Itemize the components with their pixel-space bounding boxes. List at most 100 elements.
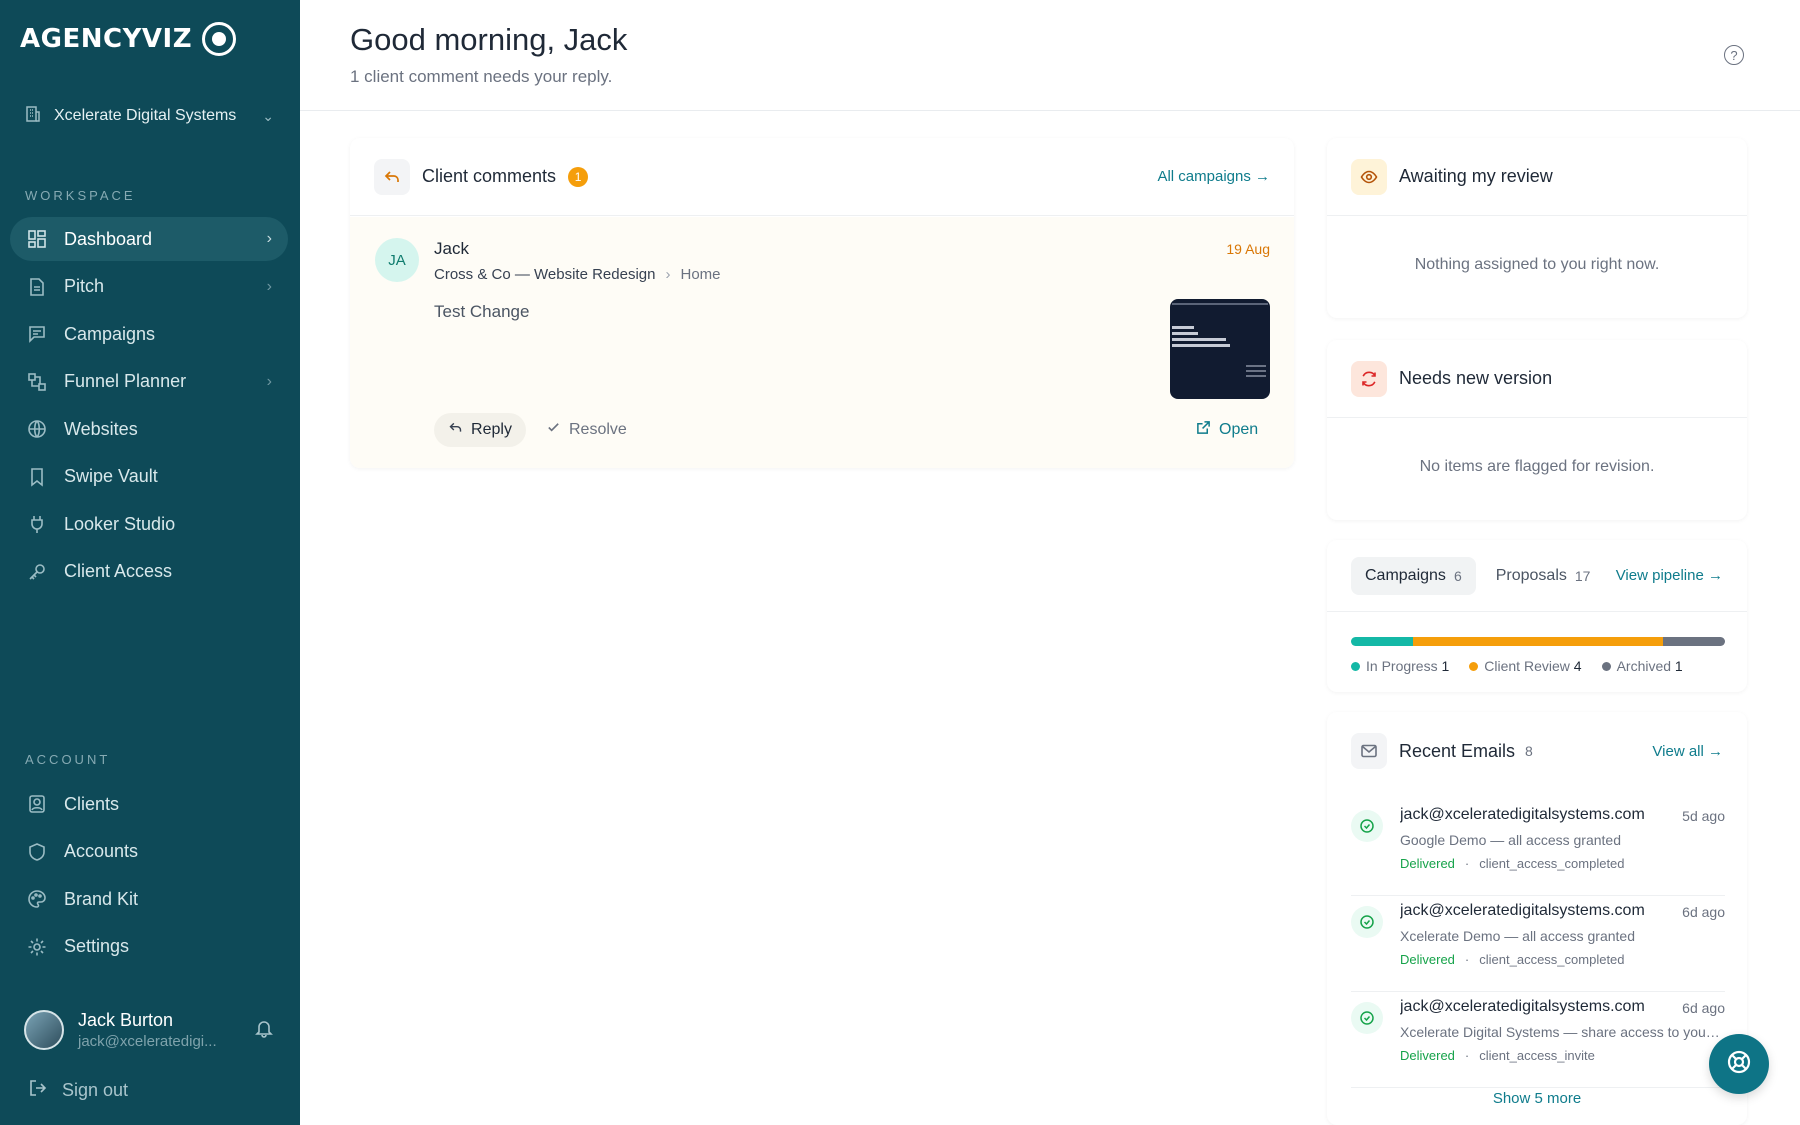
workspace-section-label: WORKSPACE (25, 188, 136, 203)
logo-eye-icon (202, 22, 237, 56)
sidebar-item-clients[interactable]: Clients (10, 782, 288, 826)
tab-campaigns[interactable]: Campaigns 6 (1351, 556, 1476, 595)
check-icon (546, 420, 561, 440)
campaign-link[interactable]: Cross & Co — Website Redesign (434, 266, 655, 283)
sidebar-item-label: Settings (64, 936, 130, 956)
eye-icon (1351, 158, 1387, 195)
lifebuoy-icon (1725, 1048, 1753, 1081)
funnel-icon (26, 371, 48, 393)
comment-author: Jack (434, 239, 469, 258)
bell-icon[interactable] (254, 1018, 274, 1043)
reply-button[interactable]: Reply (434, 413, 526, 447)
show-more-button[interactable]: Show 5 more (1327, 1090, 1747, 1107)
tab-count: 17 (1574, 567, 1591, 584)
page-thumbnail[interactable] (1170, 299, 1270, 399)
refresh-icon (1351, 360, 1387, 397)
pipeline-segment-in-progress (1351, 637, 1414, 646)
brand-logo[interactable]: AGENCYVIZ (20, 22, 237, 56)
empty-state: No items are flagged for revision. (1419, 458, 1655, 475)
reply-label: Reply (471, 421, 512, 438)
check-circle-icon (1351, 1002, 1383, 1034)
avatar: JA (375, 238, 419, 282)
email-address: jack@xceleratedigitalsystems.com (1400, 806, 1645, 823)
mail-icon (1351, 733, 1387, 769)
pipeline-card: Campaigns 6 Proposals 17 View pipeline →… (1327, 540, 1747, 692)
page-header: Good morning, Jack 1 client comment need… (300, 0, 1800, 111)
sidebar-item-label: Swipe Vault (64, 466, 158, 486)
sign-out-label: Sign out (62, 1080, 129, 1100)
view-all-emails-link[interactable]: View all → (1652, 743, 1723, 760)
sidebar-item-looker-studio[interactable]: Looker Studio (10, 502, 288, 546)
document-icon (26, 276, 48, 298)
sidebar-item-label: Websites (64, 418, 138, 439)
sidebar-item-label: Client Access (64, 561, 173, 581)
chevron-right-icon: › (665, 266, 671, 283)
user-name: Jack Burton (78, 1010, 174, 1030)
legend-archived: Archived 1 (1601, 658, 1683, 674)
tab-proposals[interactable]: Proposals 17 (1482, 557, 1605, 595)
list-item[interactable]: jack@xceleratedigitalsystems.com 6d ago … (1351, 896, 1725, 992)
sidebar-item-settings[interactable]: Settings (10, 925, 288, 969)
sidebar-item-campaigns[interactable]: Campaigns (10, 312, 288, 356)
legend-in-progress: In Progress 1 (1351, 658, 1449, 674)
user-profile[interactable]: Jack Burton jack@xceleratedigi... (24, 1010, 274, 1050)
email-time: 5d ago (1682, 808, 1725, 824)
sidebar-item-swipe-vault[interactable]: Swipe Vault (10, 455, 288, 499)
building-icon (24, 105, 42, 128)
org-switcher[interactable]: Xcelerate Digital Systems ⌄ (24, 102, 274, 130)
help-icon[interactable]: ? (1724, 45, 1744, 65)
workspace-nav: Dashboard › Pitch › Campaigns Funnel Pla… (10, 217, 288, 597)
email-meta: Delivered · client_access_completed (1400, 856, 1625, 871)
account-section-label: ACCOUNT (25, 752, 111, 767)
sidebar-item-brand-kit[interactable]: Brand Kit (10, 877, 288, 921)
sidebar-item-label: Dashboard (64, 228, 153, 249)
reply-icon (374, 158, 410, 195)
check-circle-icon (1351, 906, 1383, 938)
page-link[interactable]: Home (680, 266, 720, 283)
bookmark-icon (26, 466, 48, 488)
sidebar-item-websites[interactable]: Websites (10, 407, 288, 451)
card-title: Awaiting my review (1399, 166, 1553, 186)
recent-emails-card: Recent Emails 8 View all → jack@xcelerat… (1327, 712, 1747, 1125)
open-label: Open (1219, 421, 1259, 438)
chevron-down-icon: ⌄ (262, 107, 274, 124)
sign-out-icon (28, 1078, 48, 1103)
resolve-label: Resolve (569, 421, 627, 438)
view-pipeline-link[interactable]: View pipeline → (1616, 567, 1723, 584)
sidebar-item-pitch[interactable]: Pitch › (10, 265, 288, 309)
legend-client-review: Client Review 4 (1469, 658, 1582, 674)
awaiting-review-card: Awaiting my review Nothing assigned to y… (1327, 138, 1747, 318)
email-time: 6d ago (1682, 1000, 1725, 1016)
support-button[interactable] (1709, 1034, 1769, 1094)
email-time: 6d ago (1682, 904, 1725, 920)
sign-out-button[interactable]: Sign out (28, 1078, 128, 1103)
all-campaigns-link[interactable]: All campaigns → (1157, 168, 1270, 185)
list-item[interactable]: jack@xceleratedigitalsystems.com 6d ago … (1351, 992, 1725, 1088)
card-title: Recent Emails (1399, 740, 1516, 761)
resolve-button[interactable]: Resolve (546, 413, 627, 447)
client-comments-card: Client comments 1 All campaigns → JA Jac… (350, 138, 1294, 468)
page-subtitle: 1 client comment needs your reply. (350, 67, 613, 86)
pipeline-segment-archived (1662, 637, 1725, 646)
sidebar-item-label: Brand Kit (64, 888, 139, 909)
open-button[interactable]: Open (1196, 413, 1258, 447)
email-address: jack@xceleratedigitalsystems.com (1400, 998, 1645, 1015)
sidebar-item-accounts[interactable]: Accounts (10, 830, 288, 874)
external-link-icon (1196, 420, 1211, 440)
list-item[interactable]: jack@xceleratedigitalsystems.com 5d ago … (1351, 800, 1725, 896)
gear-icon (26, 936, 48, 958)
chevron-right-icon: › (266, 372, 272, 390)
pipeline-progress-bar (1351, 637, 1725, 646)
check-circle-icon (1351, 810, 1383, 842)
sidebar-item-funnel-planner[interactable]: Funnel Planner › (10, 360, 288, 404)
sidebar: AGENCYVIZ Xcelerate Digital Systems ⌄ WO… (0, 0, 300, 1125)
sidebar-item-client-access[interactable]: Client Access (10, 550, 288, 594)
sidebar-item-dashboard[interactable]: Dashboard › (10, 217, 288, 261)
card-title: Needs new version (1399, 368, 1553, 388)
avatar (24, 1010, 64, 1050)
email-subject: Xcelerate Demo — all access granted (1400, 928, 1635, 944)
chevron-right-icon: › (266, 277, 272, 295)
plug-icon (26, 513, 48, 535)
org-name: Xcelerate Digital Systems (54, 107, 237, 124)
breadcrumb: Cross & Co — Website Redesign › Home (434, 266, 721, 283)
